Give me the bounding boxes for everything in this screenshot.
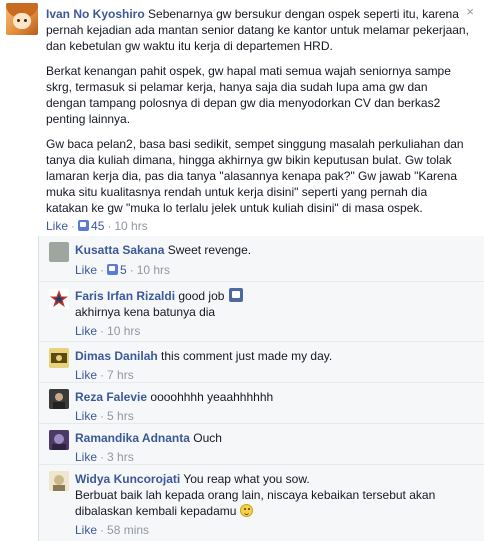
avatar[interactable]: [49, 289, 69, 309]
avatar[interactable]: [49, 348, 69, 368]
reply-text: You reap what you sow.: [183, 472, 310, 486]
reply-author[interactable]: Kusatta Sakana: [75, 243, 164, 257]
comment-body: Ivan No Kyoshiro Sebenarnya gw bersukur …: [46, 6, 470, 234]
reply-author[interactable]: Faris Irfan Rizaldi: [75, 289, 175, 303]
timestamp[interactable]: 10 hrs: [114, 219, 147, 233]
reply-author[interactable]: Reza Falevie: [75, 390, 147, 404]
reply-text: oooohhhh yeaahhhhhh: [150, 390, 274, 404]
avatar[interactable]: [49, 430, 69, 450]
like-button[interactable]: Like: [75, 523, 97, 537]
timestamp[interactable]: 10 hrs: [107, 324, 140, 338]
avatar[interactable]: [6, 3, 38, 35]
replies-list: Kusatta Sakana Sweet revenge. Like · 5 · 10 …: [38, 236, 484, 541]
reply-text: Sweet revenge.: [167, 243, 252, 257]
reply-item: Dimas Danilah this comment just made my …: [39, 341, 484, 382]
like-button[interactable]: Like: [75, 450, 97, 464]
reply-author[interactable]: Ramandika Adnanta: [75, 431, 190, 445]
timestamp[interactable]: 10 hrs: [137, 263, 170, 277]
like-button[interactable]: Like: [75, 368, 97, 382]
like-count-icon: [107, 264, 119, 275]
like-button[interactable]: Like: [75, 409, 97, 423]
reply-text: good job: [178, 289, 225, 303]
like-count-icon: [78, 220, 90, 231]
comment-text-3: Gw baca pelan2, basa basi sedikit, sempe…: [46, 137, 464, 215]
timestamp[interactable]: 7 hrs: [107, 368, 134, 382]
timestamp[interactable]: 5 hrs: [107, 409, 134, 423]
reply-author[interactable]: Dimas Danilah: [75, 349, 158, 363]
reply-item: Ramandika Adnanta Ouch Like · 3 hrs: [39, 423, 484, 464]
reply-text: Ouch: [193, 431, 222, 445]
reply-author[interactable]: Widya Kuncorojati: [75, 472, 180, 486]
reply-text-line-2: akhirnya kena batunya dia: [75, 305, 216, 319]
like-button[interactable]: Like: [75, 263, 97, 277]
avatar[interactable]: [49, 471, 69, 491]
reply-item: Kusatta Sakana Sweet revenge. Like · 5 · 10 …: [39, 236, 484, 281]
timestamp[interactable]: 58 mins: [107, 523, 149, 537]
timestamp[interactable]: 3 hrs: [107, 450, 134, 464]
main-comment: × Ivan No Kyoshiro Sebenarnya gw bersuku…: [0, 0, 484, 236]
thumbs-up-icon: [228, 288, 243, 302]
comment-author[interactable]: Ivan No Kyoshiro: [46, 7, 145, 21]
avatar[interactable]: [49, 389, 69, 409]
comment-text-2: Berkat kenangan pahit ospek, gw hapal ma…: [46, 64, 451, 126]
like-count[interactable]: 45: [91, 219, 104, 233]
like-button[interactable]: Like: [75, 324, 97, 338]
avatar[interactable]: [49, 242, 69, 262]
reply-text: this comment just made my day.: [161, 349, 333, 363]
like-count[interactable]: 5: [120, 263, 127, 277]
reply-item: Reza Falevie oooohhhh yeaahhhhhh Like · 5 …: [39, 382, 484, 423]
smiley-icon: [239, 504, 253, 517]
comment-meta: Like · 45 · 10 hrs: [46, 219, 148, 233]
reply-item: Widya Kuncorojati You reap what you sow.…: [39, 464, 484, 541]
reply-item: Faris Irfan Rizaldi good job akhirnya ke…: [39, 281, 484, 341]
like-button[interactable]: Like: [46, 219, 68, 233]
reply-text-line-2: Berbuat baik lah kepada orang lain, nisc…: [75, 488, 436, 518]
